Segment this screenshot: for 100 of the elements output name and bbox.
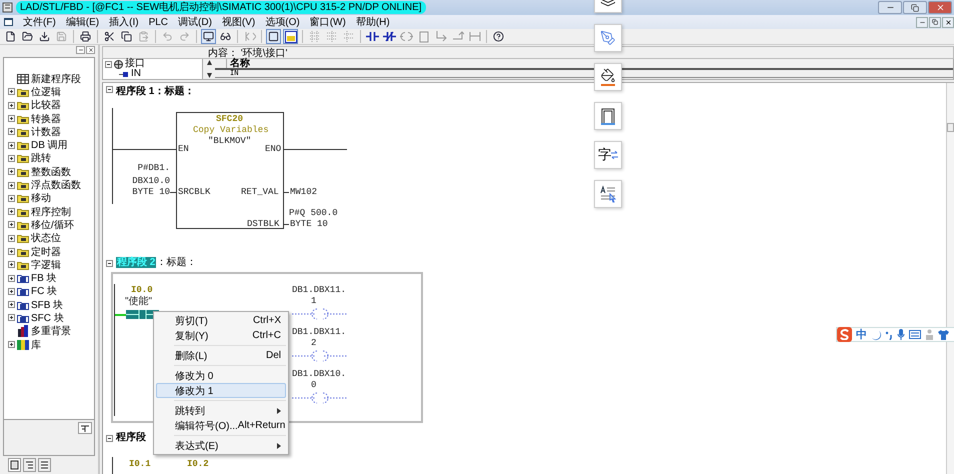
tree-item[interactable]: FC 块 bbox=[31, 284, 58, 298]
coil[interactable] bbox=[292, 308, 348, 320]
menu-item[interactable]: 选项(O) bbox=[265, 15, 300, 29]
toolbar-button[interactable] bbox=[283, 29, 298, 44]
menu-item[interactable]: 剪切(T) Ctrl+X bbox=[156, 313, 286, 328]
tree-item[interactable]: 移动 bbox=[31, 191, 51, 206]
coil[interactable] bbox=[292, 350, 348, 362]
shirt-icon[interactable] bbox=[938, 330, 949, 340]
tree-item[interactable]: 比较器 bbox=[31, 98, 61, 112]
coil[interactable] bbox=[292, 392, 348, 404]
catalog-tab[interactable] bbox=[8, 458, 21, 472]
restore-button[interactable] bbox=[903, 1, 927, 14]
menu-item[interactable]: 编辑(E) bbox=[66, 15, 100, 29]
folder-icon bbox=[17, 114, 29, 124]
menu-item[interactable]: 表达式(E) bbox=[156, 438, 286, 453]
menu-item[interactable]: 调试(D) bbox=[178, 15, 212, 29]
tree-item[interactable]: 移位/循环 bbox=[31, 218, 74, 232]
collapse-icon[interactable] bbox=[105, 60, 112, 68]
tree-item[interactable]: 库 bbox=[31, 338, 41, 352]
minimize-icon bbox=[78, 47, 84, 53]
operand-label: DBX10.0 bbox=[132, 176, 170, 187]
menu-item[interactable]: 删除(L) Del bbox=[156, 348, 286, 363]
tree-item[interactable]: 新建程序段 bbox=[31, 72, 81, 86]
tree-item[interactable]: 跳转 bbox=[31, 151, 51, 166]
save-icon bbox=[56, 31, 67, 42]
coil-address: DB1.DBX11. bbox=[292, 327, 346, 338]
tree-item[interactable]: 定时器 bbox=[31, 244, 61, 259]
close-icon bbox=[88, 47, 94, 53]
folder-icon bbox=[17, 166, 29, 177]
moon-icon[interactable] bbox=[871, 330, 881, 340]
collapse-icon[interactable] bbox=[106, 86, 113, 93]
tree-item[interactable]: DB 调用 bbox=[31, 138, 68, 152]
tree-item[interactable]: 转换器 bbox=[31, 112, 61, 126]
minimize-button[interactable] bbox=[916, 16, 928, 28]
sort-button[interactable] bbox=[78, 422, 92, 434]
toolbar-button[interactable] bbox=[201, 29, 216, 44]
tree-item[interactable]: FB 块 bbox=[31, 271, 57, 286]
books-icon bbox=[17, 340, 29, 350]
frame-button[interactable] bbox=[594, 102, 622, 130]
scrollbar[interactable] bbox=[946, 83, 954, 474]
paste-icon bbox=[138, 31, 149, 42]
toolbar-button[interactable] bbox=[491, 29, 506, 44]
pen-button[interactable] bbox=[594, 24, 622, 52]
block-name: Copy Variables bbox=[193, 125, 269, 136]
tree-item[interactable]: 计数器 bbox=[31, 124, 61, 139]
tree-item[interactable]: 程序控制 bbox=[31, 204, 71, 219]
tree-item[interactable]: 位逻辑 bbox=[31, 84, 61, 99]
menu-item[interactable]: PLC bbox=[148, 16, 168, 28]
keyboard-icon[interactable] bbox=[909, 330, 921, 339]
menu-item[interactable]: 复制(Y) Ctrl+C bbox=[156, 328, 286, 343]
menu-item[interactable]: 窗口(W) bbox=[310, 15, 346, 29]
collapse-icon[interactable] bbox=[106, 260, 113, 267]
tree-item[interactable]: 接口 bbox=[125, 59, 145, 69]
expand-icon[interactable] bbox=[8, 341, 15, 348]
menu-item[interactable]: 插入(I) bbox=[109, 15, 139, 29]
tree-item[interactable]: SFC 块 bbox=[31, 311, 64, 325]
folder-icon bbox=[17, 206, 29, 217]
toolbar-button[interactable] bbox=[78, 29, 93, 44]
submenu-arrow-icon bbox=[277, 442, 281, 448]
list-tab[interactable] bbox=[23, 458, 36, 472]
menu-item[interactable]: 修改为 0 bbox=[156, 368, 286, 383]
toolbar-button[interactable] bbox=[382, 29, 397, 44]
text-select-button[interactable] bbox=[594, 180, 622, 208]
toolbar-button[interactable] bbox=[119, 29, 134, 44]
coil-address: 0 bbox=[311, 380, 316, 391]
microphone-icon[interactable] bbox=[897, 329, 905, 340]
menu-item[interactable]: 视图(V) bbox=[222, 15, 256, 29]
scroll-thumb[interactable] bbox=[947, 123, 954, 132]
close-button[interactable] bbox=[942, 16, 954, 28]
punctuation-icon[interactable] bbox=[885, 330, 893, 340]
collapse-icon[interactable] bbox=[106, 435, 113, 442]
contact-address: I0.0 bbox=[131, 285, 153, 296]
tree-item[interactable]: 状态位 bbox=[31, 231, 61, 246]
tree-item[interactable]: 字逻辑 bbox=[31, 258, 61, 272]
menu-item[interactable]: 文件(F) bbox=[23, 15, 56, 29]
menu-item[interactable]: 编辑符号(O)...Alt+Return bbox=[156, 418, 286, 433]
tree-item[interactable]: SFB 块 bbox=[31, 298, 64, 312]
tree-item[interactable]: IN bbox=[131, 69, 141, 79]
list-tab[interactable] bbox=[38, 458, 51, 472]
menu-item[interactable]: 修改为 1 bbox=[156, 383, 286, 398]
pin-button[interactable] bbox=[76, 46, 85, 54]
help-icon bbox=[493, 31, 504, 42]
tree-item[interactable]: 浮点数函数 bbox=[31, 178, 81, 192]
toolbar-button[interactable] bbox=[365, 29, 380, 44]
fill-button[interactable] bbox=[594, 63, 622, 91]
bars-icon bbox=[17, 325, 29, 338]
toolbar-button[interactable] bbox=[37, 29, 52, 44]
book-icon bbox=[10, 460, 19, 470]
close-button[interactable] bbox=[86, 46, 95, 54]
menu-item[interactable]: 帮助(H) bbox=[356, 15, 390, 29]
frame-icon bbox=[599, 107, 617, 125]
translate-button[interactable]: 字 bbox=[594, 141, 622, 169]
menu-item[interactable]: 跳转到 bbox=[156, 403, 286, 418]
app-icon bbox=[2, 2, 13, 13]
tree-item[interactable]: 多重背景 bbox=[31, 324, 71, 338]
ime-mode[interactable]: 中 bbox=[856, 327, 867, 342]
folder-icon bbox=[17, 140, 29, 150]
block-icon bbox=[17, 273, 29, 284]
tree-item[interactable]: 整数函数 bbox=[31, 164, 71, 179]
toolbar-button[interactable] bbox=[266, 29, 281, 44]
